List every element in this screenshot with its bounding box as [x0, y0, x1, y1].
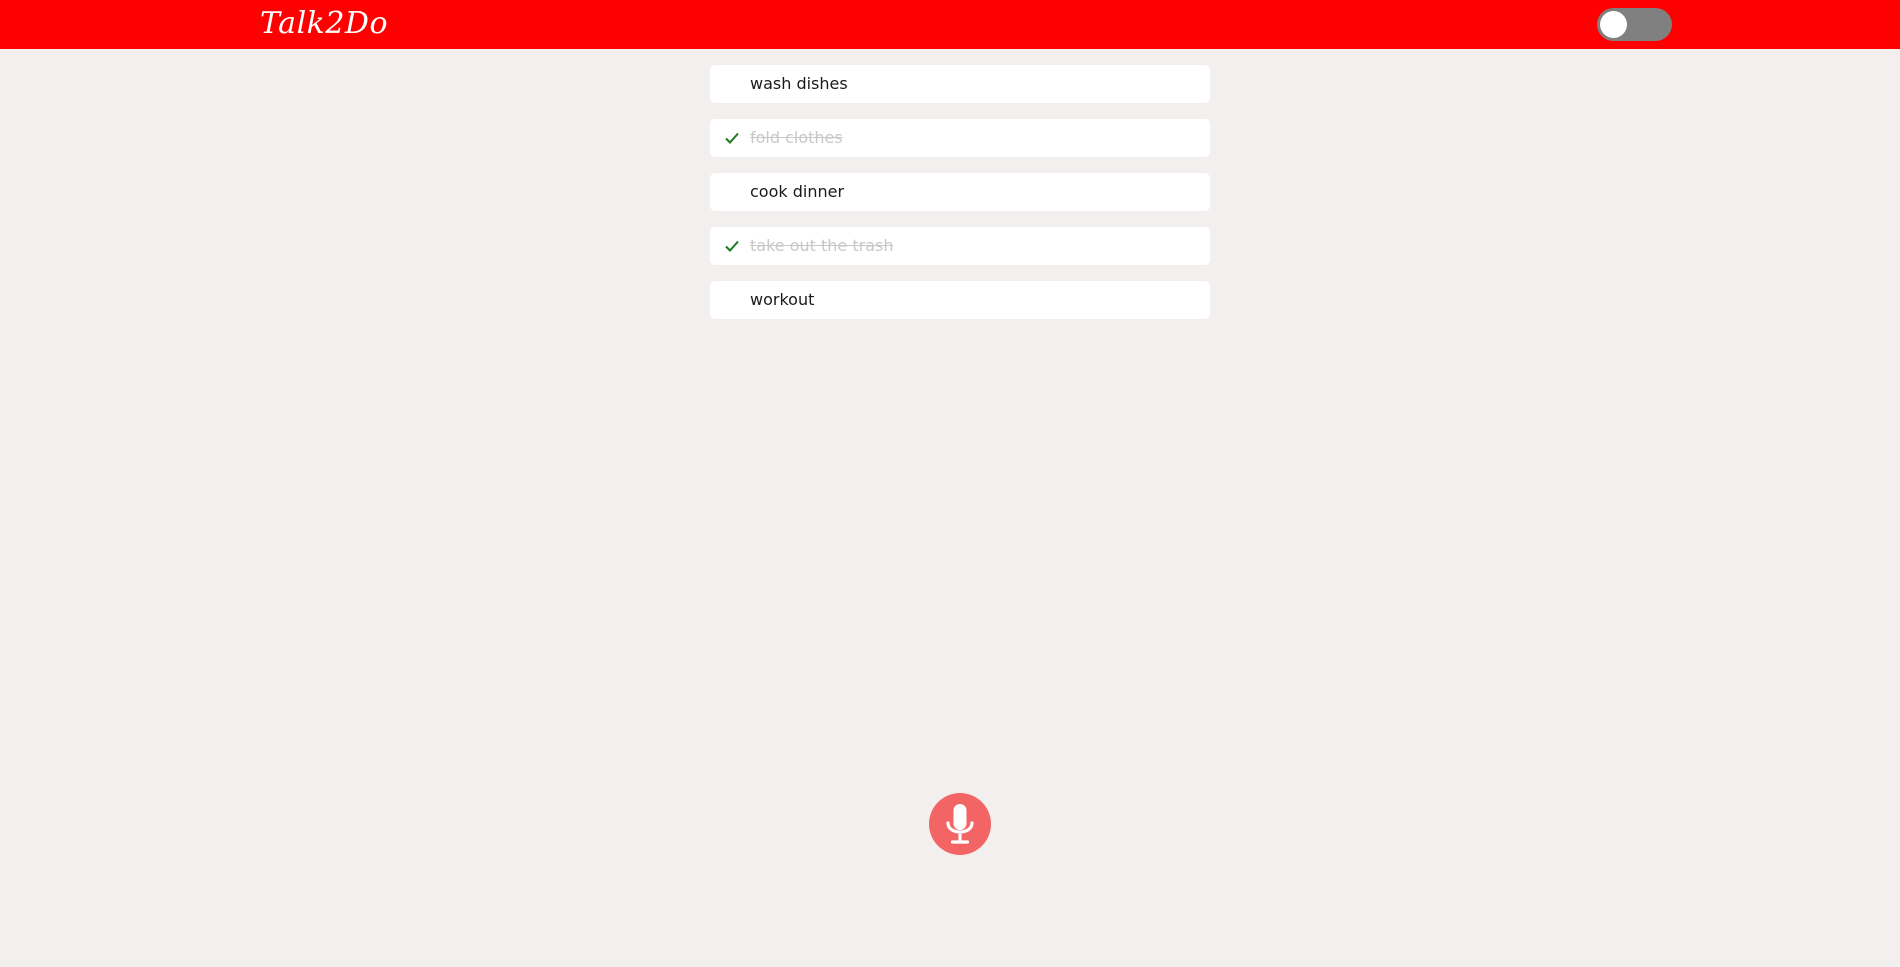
mic-button[interactable]: [929, 793, 991, 855]
microphone-icon: [946, 804, 974, 844]
check-icon: [724, 76, 740, 92]
app-logo: Talk2Do: [260, 6, 389, 41]
check-icon: [724, 130, 740, 146]
todo-text: cook dinner: [750, 182, 845, 201]
toggle-knob: [1600, 11, 1627, 38]
todo-list: wash dishes fold clothes cook dinner tak…: [710, 65, 1210, 335]
app-header: Talk2Do: [0, 0, 1900, 49]
check-icon: [724, 292, 740, 308]
todo-text: take out the trash: [750, 236, 894, 255]
check-icon: [724, 238, 740, 254]
todo-item[interactable]: cook dinner: [710, 173, 1210, 211]
theme-toggle[interactable]: [1597, 8, 1672, 41]
todo-item[interactable]: take out the trash: [710, 227, 1210, 265]
todo-item[interactable]: workout: [710, 281, 1210, 319]
todo-text: wash dishes: [750, 74, 848, 93]
todo-item[interactable]: fold clothes: [710, 119, 1210, 157]
todo-text: fold clothes: [750, 128, 843, 147]
todo-text: workout: [750, 290, 815, 309]
check-icon: [724, 184, 740, 200]
todo-item[interactable]: wash dishes: [710, 65, 1210, 103]
